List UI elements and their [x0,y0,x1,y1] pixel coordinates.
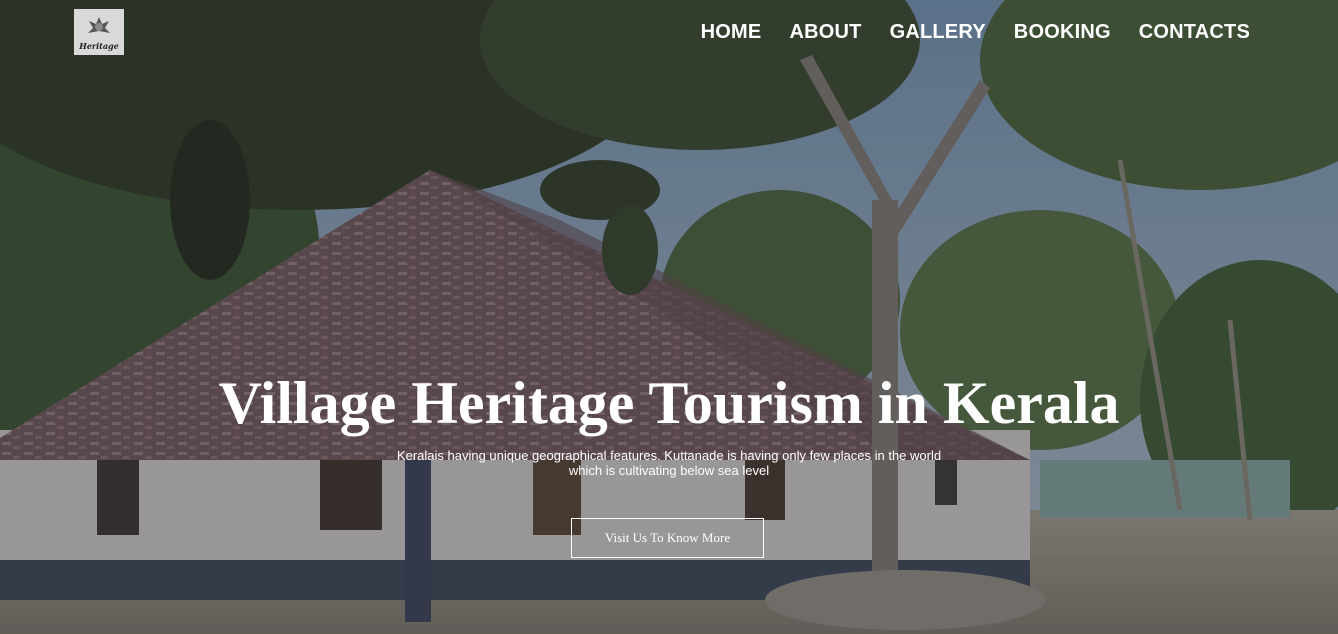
heritage-emblem-icon [88,17,110,33]
nav-gallery[interactable]: GALLERY [890,20,986,44]
main-navigation: HOME ABOUT GALLERY BOOKING CONTACTS [701,20,1250,44]
visit-us-button[interactable]: Visit Us To Know More [571,518,764,558]
nav-booking[interactable]: BOOKING [1014,20,1111,44]
hero-description: Keralais having unique geographical feat… [396,448,942,478]
site-logo[interactable]: Heritage [74,9,124,55]
nav-home[interactable]: HOME [701,20,762,44]
nav-about[interactable]: ABOUT [789,20,861,44]
logo-text: Heritage [79,41,119,51]
nav-contacts[interactable]: CONTACTS [1139,20,1250,44]
hero-title: Village Heritage Tourism in Kerala [218,370,1120,436]
